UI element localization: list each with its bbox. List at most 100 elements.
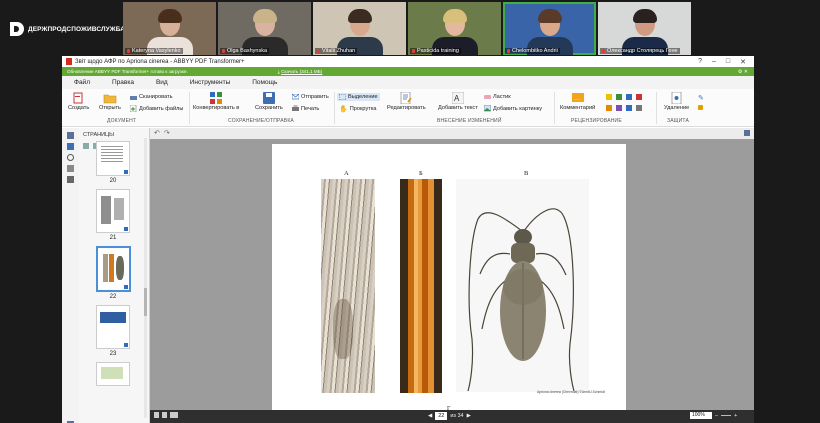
maximize-icon[interactable]: □: [726, 58, 730, 66]
menu-view[interactable]: Вид: [156, 79, 168, 86]
scanner-icon: [130, 96, 137, 100]
page-add-icon[interactable]: [83, 142, 89, 149]
agency-logo: ДЕРЖПРОДСПОЖИВСЛУЖБА: [10, 22, 125, 36]
zoom-slider[interactable]: [721, 415, 732, 416]
participant-name: Kateryna Vasylenko: [132, 48, 181, 54]
current-page-field[interactable]: 22: [435, 412, 448, 420]
participant-video-tile[interactable]: Olga Bashynska: [218, 2, 311, 55]
zoom-in-icon[interactable]: +: [734, 413, 737, 419]
comment-button[interactable]: … Комментарий: [560, 92, 595, 111]
update-download-link[interactable]: ⤓ Скачать (341,1 МБ): [278, 69, 323, 74]
page-thumbnail[interactable]: [96, 141, 130, 176]
shapes-icon[interactable]: [636, 94, 642, 100]
print-button[interactable]: Печать: [292, 105, 319, 112]
open-folder-icon: [103, 94, 117, 104]
review-tools-row2: [606, 105, 642, 111]
pages-icon[interactable]: [67, 132, 74, 139]
bookmark-icon[interactable]: [67, 143, 74, 150]
search-icon[interactable]: [67, 154, 74, 161]
page-navigation: ◀ 22 из 34 ▶: [428, 412, 471, 420]
participant-hair: [347, 9, 372, 23]
close-icon[interactable]: ✕: [740, 58, 746, 66]
figure-label-c: В: [524, 170, 529, 177]
participant-video-tile[interactable]: Pasticida training: [408, 2, 501, 55]
participant-name: Olga Bashynska: [227, 48, 268, 54]
scan-button[interactable]: Сканировать: [130, 94, 173, 100]
thumbnails-scrollbar[interactable]: [144, 138, 147, 418]
two-page-icon[interactable]: [170, 412, 178, 418]
scroll-thumb[interactable]: [144, 288, 147, 316]
beetle-specimen-photo: [456, 179, 589, 392]
attachment-icon[interactable]: [67, 165, 74, 172]
scan-label: Сканировать: [139, 94, 173, 100]
participant-video-tile[interactable]: Chelombitko Andrii: [503, 2, 596, 55]
svg-text:A: A: [454, 94, 460, 103]
mic-muted-icon: [602, 49, 605, 53]
participant-video-tile[interactable]: Kateryna Vasylenko: [123, 2, 216, 55]
select-label: Выделение: [348, 94, 378, 100]
stamp-icon[interactable]: [616, 94, 622, 100]
scroll-tool-button[interactable]: ✋ Прокрутка: [339, 105, 377, 113]
add-image-button[interactable]: Добавить картинку: [484, 105, 542, 112]
edit-button[interactable]: Редактировать: [387, 92, 426, 111]
page-thumbnail-selected[interactable]: [95, 246, 131, 292]
ribbon-toolbar: Создать Открыть Сканировать Добавить фай…: [62, 89, 754, 127]
line-icon[interactable]: [636, 105, 642, 111]
participant-video-tile[interactable]: Vitalii Zhuhan: [313, 2, 406, 55]
lock-button[interactable]: [698, 105, 703, 110]
notice-close-icon[interactable]: ✕: [744, 69, 748, 75]
strikeout-icon[interactable]: [616, 105, 622, 111]
signature-button[interactable]: ✎: [698, 94, 704, 102]
mic-muted-icon: [412, 49, 415, 53]
redo-icon[interactable]: ↷: [164, 129, 170, 137]
pages-panel-title: СТРАНИЦЫ: [83, 132, 114, 138]
delete-button[interactable]: Удаление: [664, 92, 689, 111]
create-button[interactable]: Создать: [68, 92, 89, 111]
split-view-icon[interactable]: [744, 130, 750, 136]
menu-help[interactable]: Помощь: [252, 79, 277, 86]
single-page-icon[interactable]: [154, 412, 159, 418]
underline-icon[interactable]: [606, 105, 612, 111]
undo-icon[interactable]: ↶: [154, 129, 160, 137]
page-thumbnail[interactable]: [96, 362, 130, 386]
select-tool-button[interactable]: Выделение: [337, 93, 380, 101]
page-number: 20: [109, 178, 117, 184]
participant-video-tile[interactable]: Олександр Столярець Гене: [598, 2, 691, 55]
page-number: 21: [109, 235, 117, 241]
notice-settings-icon[interactable]: ⚙: [738, 69, 742, 75]
save-button[interactable]: Сохранить: [255, 92, 283, 111]
add-text-button[interactable]: A Добавить текст: [438, 92, 478, 111]
zoom-out-icon[interactable]: –: [715, 413, 718, 419]
eraser-button[interactable]: Ластик: [484, 94, 511, 100]
signature-panel-icon[interactable]: [67, 176, 74, 183]
minimize-icon[interactable]: –: [712, 58, 716, 66]
menu-edit[interactable]: Правка: [112, 79, 134, 86]
prev-page-icon[interactable]: ◀: [428, 413, 432, 419]
send-button[interactable]: Отправить: [292, 94, 329, 100]
page-thumbnail[interactable]: [96, 189, 130, 233]
update-notice-bar: Обновление ABBYY PDF Transformer+ готово…: [62, 67, 754, 76]
add-files-button[interactable]: Добавить файлы: [130, 105, 183, 112]
page-number: 22: [109, 294, 117, 300]
menu-tools[interactable]: Инструменты: [190, 79, 231, 86]
convert-label: Конвертировать в: [193, 105, 240, 111]
menu-bar: Файл Правка Вид Инструменты Помощь: [62, 76, 754, 89]
zoom-field[interactable]: 100%: [690, 412, 712, 419]
view-mode-icons: [154, 412, 178, 418]
highlight-icon[interactable]: [606, 94, 612, 100]
help-icon[interactable]: ?: [698, 58, 702, 66]
continuous-icon[interactable]: [162, 412, 167, 418]
next-page-icon[interactable]: ▶: [467, 413, 471, 419]
thumb-marker: [124, 227, 128, 231]
participant-name-label: Олександр Столярець Гене: [600, 48, 680, 54]
open-button[interactable]: Открыть: [99, 92, 121, 111]
convert-button[interactable]: Конвертировать в: [193, 92, 239, 111]
beetle-illustration: [467, 208, 575, 392]
pencil-icon[interactable]: [626, 105, 632, 111]
page-thumbnail[interactable]: [96, 305, 130, 349]
edit-document-icon: [401, 92, 412, 104]
note-icon[interactable]: [626, 94, 632, 100]
total-pages: из 34: [450, 413, 464, 419]
menu-file[interactable]: Файл: [74, 79, 90, 86]
participant-name: Chelombitko Andrii: [512, 48, 558, 54]
